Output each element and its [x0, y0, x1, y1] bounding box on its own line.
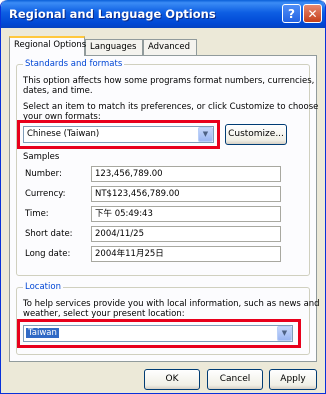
tab-panel: Standards and formats This option affect… — [9, 55, 320, 362]
sample-value-short-date: 2004/11/25 — [91, 226, 281, 242]
sample-label-number: Number: — [25, 169, 62, 179]
samples-title: Samples — [23, 152, 60, 162]
help-button[interactable]: ? — [282, 4, 301, 23]
customize-button[interactable]: Customize... — [225, 124, 287, 145]
sample-value-time: 下午 05:49:43 — [91, 206, 281, 222]
sample-label-short-date: Short date: — [25, 229, 73, 239]
sample-label-long-date: Long date: — [25, 249, 71, 259]
location-description-line2: weather, select your present location: — [23, 309, 185, 319]
location-legend: Location — [23, 282, 63, 292]
standards-description-line2: dates, and time. — [23, 86, 93, 96]
sample-value-currency: NT$123,456,789.00 — [91, 186, 281, 202]
sample-value-long-date: 2004年11月25日 — [91, 246, 281, 262]
location-highlight-box — [17, 319, 301, 348]
tab-languages[interactable]: Languages — [85, 39, 143, 55]
standards-description-line1: This option affects how some programs fo… — [23, 76, 315, 86]
tab-advanced[interactable]: Advanced — [143, 39, 197, 55]
tab-regional-options[interactable]: Regional Options — [9, 36, 86, 56]
ok-button[interactable]: OK — [144, 369, 200, 390]
standards-prompt-line1: Select an item to match its preferences,… — [23, 102, 319, 112]
apply-button[interactable]: Apply — [269, 369, 317, 390]
sample-label-currency: Currency: — [25, 189, 66, 199]
dialog-window: Regional and Language Options ? ✕ Region… — [0, 0, 326, 394]
standards-legend: Standards and formats — [23, 59, 125, 69]
standards-group: Standards and formats This option affect… — [16, 59, 318, 276]
window-title: Regional and Language Options — [9, 7, 216, 21]
title-bar[interactable]: Regional and Language Options ? ✕ — [1, 0, 325, 28]
location-description-line1: To help services provide you with local … — [23, 299, 320, 309]
close-button[interactable]: ✕ — [303, 4, 322, 23]
location-group: Location To help services provide you wi… — [16, 282, 320, 355]
sample-value-number: 123,456,789.00 — [91, 166, 281, 182]
sample-label-time: Time: — [25, 209, 49, 219]
format-highlight-box — [17, 120, 220, 149]
cancel-button[interactable]: Cancel — [207, 369, 263, 390]
